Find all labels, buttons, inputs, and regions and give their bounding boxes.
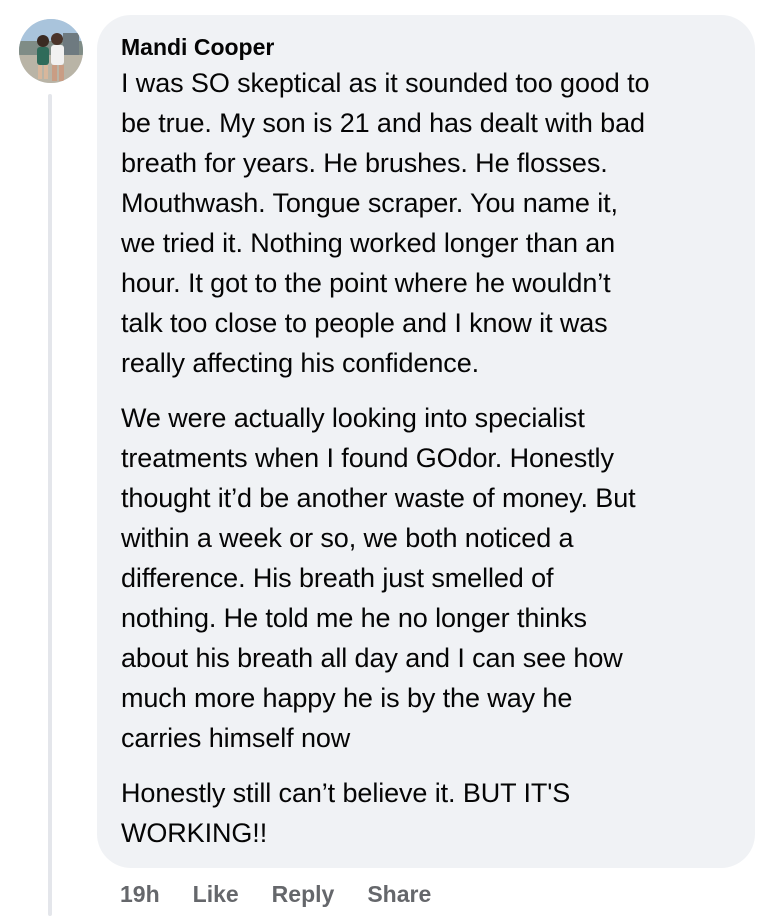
avatar[interactable] <box>19 19 83 83</box>
timestamp[interactable]: 19h <box>120 881 160 908</box>
author-name[interactable]: Mandi Cooper <box>121 31 731 63</box>
profile-photo-icon <box>19 19 83 83</box>
like-button[interactable]: Like <box>193 881 239 908</box>
comment-actions: 19h Like Reply Share <box>120 874 431 914</box>
share-button[interactable]: Share <box>367 881 431 908</box>
thread-line <box>48 94 52 916</box>
comment: Mandi Cooper I was SO skeptical as it so… <box>0 0 778 916</box>
comment-bubble: Mandi Cooper I was SO skeptical as it so… <box>97 15 755 868</box>
reply-button[interactable]: Reply <box>272 881 335 908</box>
comment-paragraph: We were actually looking into specialist… <box>121 403 636 753</box>
comment-paragraph: I was SO skeptical as it sounded too goo… <box>121 68 650 378</box>
comment-paragraph: Honestly still can’t believe it. BUT IT'… <box>121 778 571 848</box>
